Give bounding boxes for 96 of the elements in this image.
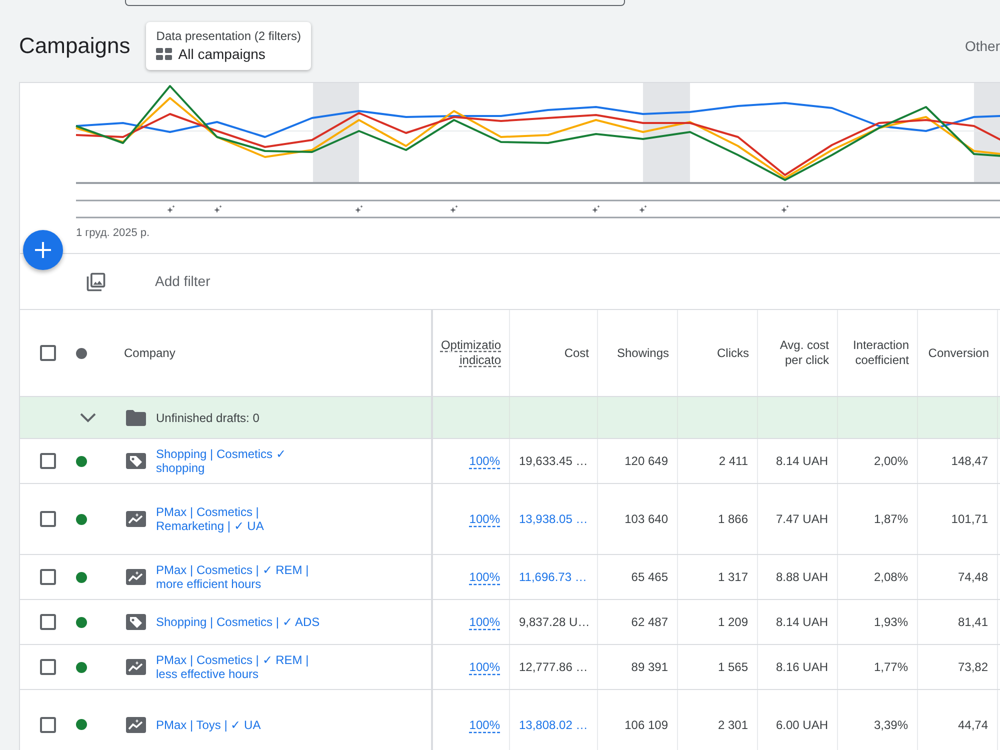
optimization-score-link[interactable]: 100%	[469, 453, 500, 469]
cost-link[interactable]: 13,808.02 …	[519, 716, 588, 734]
date-label: 1 груд. 2025 р.	[76, 226, 151, 240]
campaign-link[interactable]: PMax | Cosmetics | Remarketing | ✓ UA	[156, 505, 325, 533]
column-header[interactable]: Avg. cost per click	[767, 338, 829, 368]
table-cell-text: 2,00%	[874, 453, 908, 470]
table-cell-text: 12,777.86 …	[519, 659, 588, 676]
cost-link[interactable]: 13,938.05 …	[519, 510, 588, 528]
optimization-score-link[interactable]: 100%	[469, 569, 500, 585]
table-cell-text: 8.14 UAH	[776, 453, 828, 470]
table-cell-text: 65 465	[631, 569, 668, 586]
table-cell-text: 1,87%	[874, 511, 908, 528]
campaign-link[interactable]: PMax | Toys | ✓ UA	[156, 718, 261, 732]
table-cell-text: 8.88 UAH	[776, 569, 828, 586]
checkbox[interactable]	[40, 511, 56, 527]
drafts-label: Unfinished drafts: 0	[156, 410, 260, 426]
chevron-down-icon[interactable]	[80, 412, 96, 422]
optimization-score-link[interactable]: 100%	[469, 659, 500, 675]
table-cell-text: 8.14 UAH	[776, 614, 828, 631]
trend-chart-icon	[126, 511, 146, 527]
drafts-row[interactable]: Unfinished drafts: 0	[20, 396, 1000, 438]
campaign-link[interactable]: Shopping | Cosmetics ✓ shopping	[156, 447, 325, 475]
table-cell-text: 6.00 UAH	[776, 716, 828, 734]
status-dot-icon	[76, 348, 87, 358]
trend-chart-icon	[126, 659, 146, 675]
table-cell-text: 148,47	[951, 453, 988, 470]
table-cell-text: 106 109	[624, 716, 668, 734]
trend-chart-icon	[126, 569, 146, 585]
table-cell-text: 7.47 UAH	[776, 511, 828, 528]
table-cell-text: 73,82	[958, 659, 988, 676]
status-dot-icon	[76, 514, 87, 524]
optimization-score-link[interactable]: 100%	[469, 614, 500, 630]
table-cell-text: 3,39%	[874, 716, 908, 734]
column-header[interactable]: Company	[124, 344, 176, 362]
table-cell-text: 1,77%	[874, 659, 908, 676]
sparkle-icon[interactable]	[167, 205, 175, 213]
status-dot-icon	[76, 572, 87, 582]
table-cell-text: 101,71	[951, 511, 988, 528]
view-selector[interactable]: Data presentation (2 filters) All campaigns	[146, 22, 312, 70]
cost-link[interactable]: 11,696.73 …	[519, 568, 587, 586]
sparkle-icon[interactable]	[592, 205, 600, 213]
table-cell-text: 1 565	[718, 659, 748, 676]
sparkle-icon[interactable]	[781, 205, 789, 213]
column-header[interactable]: Cost	[564, 346, 589, 360]
column-header[interactable]: Interaction coefficient	[847, 338, 909, 368]
table-cell-text: 44,74	[958, 716, 988, 734]
checkbox[interactable]	[40, 659, 56, 675]
table-cell-text: 1 317	[718, 569, 748, 586]
folder-icon	[126, 410, 146, 426]
column-header[interactable]: Showings	[616, 346, 669, 360]
sparkle-icon[interactable]	[214, 205, 222, 213]
checkbox[interactable]	[40, 716, 56, 732]
table-cell-text: 1 209	[718, 614, 748, 631]
table-cell-text: 1,93%	[874, 614, 908, 631]
table-cell-text: 9,837.28 U…	[519, 614, 590, 631]
column-header[interactable]: Conversion	[928, 346, 989, 360]
status-dot-icon	[76, 456, 87, 466]
input-field[interactable]	[125, 0, 625, 6]
image-stack-icon[interactable]	[85, 270, 107, 292]
table-cell-text: 2 411	[718, 453, 748, 470]
optimization-score-link[interactable]: 100%	[469, 716, 500, 732]
tag-icon	[126, 614, 146, 630]
checkbox[interactable]	[40, 569, 56, 585]
table-cell-text: 1 866	[718, 511, 748, 528]
column-header[interactable]: Optimizatio indicato	[437, 338, 501, 368]
table-cell-text: 62 487	[631, 614, 668, 631]
grid-view-icon	[156, 48, 172, 60]
campaign-link[interactable]: PMax | Cosmetics | ✓ REM | more efficient hours	[156, 563, 325, 591]
table-cell-text: 8.16 UAH	[776, 659, 828, 676]
sparkle-icon[interactable]	[639, 205, 647, 213]
table-cell-text: 89 391	[631, 659, 668, 676]
status-dot-icon	[76, 616, 87, 628]
table-cell-text: 81,41	[958, 614, 988, 631]
trend-chart-icon	[126, 716, 146, 732]
table-cell-text: 2 301	[718, 716, 748, 734]
other-link[interactable]: Other	[964, 36, 1000, 56]
column-header[interactable]: Clicks	[717, 346, 749, 360]
sparkle-icon[interactable]	[355, 205, 363, 213]
table-cell-text: 2,08%	[874, 569, 908, 586]
campaign-link[interactable]: Shopping | Cosmetics | ✓ ADS	[156, 615, 320, 629]
campaign-link[interactable]: PMax | Cosmetics | ✓ REM | less effective hours	[156, 653, 325, 681]
tag-icon	[126, 453, 146, 469]
table-cell-text: 103 640	[624, 511, 668, 528]
table-cell-text: 120 649	[624, 453, 668, 470]
status-dot-icon	[76, 662, 87, 672]
checkbox[interactable]	[40, 614, 56, 630]
checkbox[interactable]	[40, 453, 56, 469]
table-cell-text: 19,633.45 …	[519, 453, 588, 470]
optimization-score-link[interactable]: 100%	[469, 511, 500, 527]
table-cell-text: 74,48	[958, 569, 988, 586]
status-dot-icon	[76, 719, 87, 730]
checkbox[interactable]	[40, 345, 56, 361]
sparkle-icon[interactable]	[450, 205, 458, 213]
page-title: Campaigns	[19, 32, 130, 60]
plus-icon	[35, 242, 51, 258]
add-filter-button[interactable]: Add filter	[155, 271, 210, 292]
